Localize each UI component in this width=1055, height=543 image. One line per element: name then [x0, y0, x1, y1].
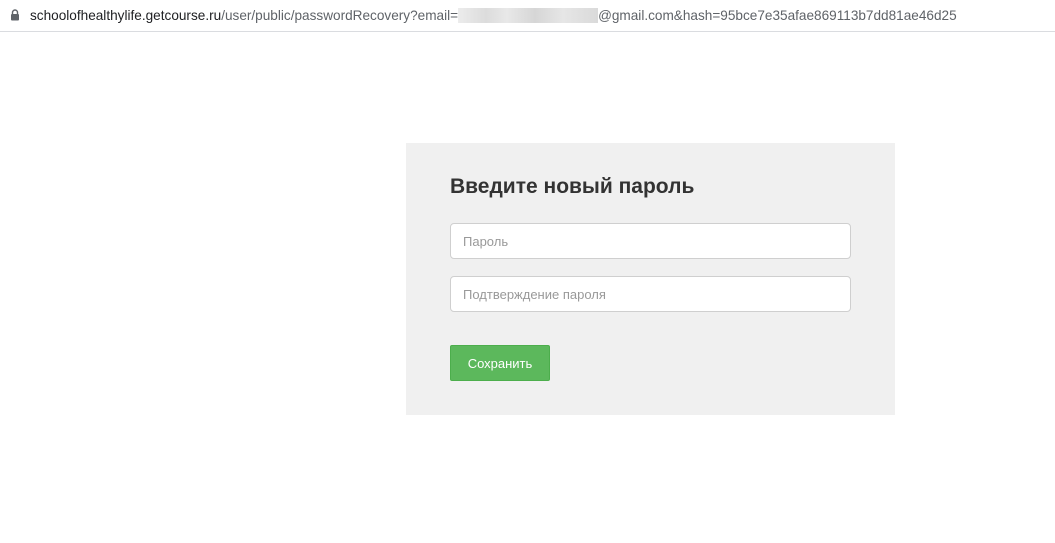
lock-icon[interactable] [8, 8, 22, 22]
password-input[interactable] [450, 223, 851, 259]
url-text[interactable]: schoolofhealthylife.getcourse.ru/user/pu… [30, 8, 957, 23]
url-path: /user/public/passwordRecovery?email= [221, 8, 459, 23]
password-confirm-input[interactable] [450, 276, 851, 312]
password-reset-panel: Введите новый пароль Сохранить [406, 143, 895, 415]
save-button[interactable]: Сохранить [450, 345, 550, 381]
redacted-email [458, 8, 599, 23]
address-bar[interactable]: schoolofhealthylife.getcourse.ru/user/pu… [0, 0, 1055, 32]
page-title: Введите новый пароль [450, 175, 695, 198]
url-host: schoolofhealthylife.getcourse.ru [30, 8, 222, 23]
url-suffix: @gmail.com&hash=95bce7e35afae869113b7dd8… [598, 8, 957, 23]
